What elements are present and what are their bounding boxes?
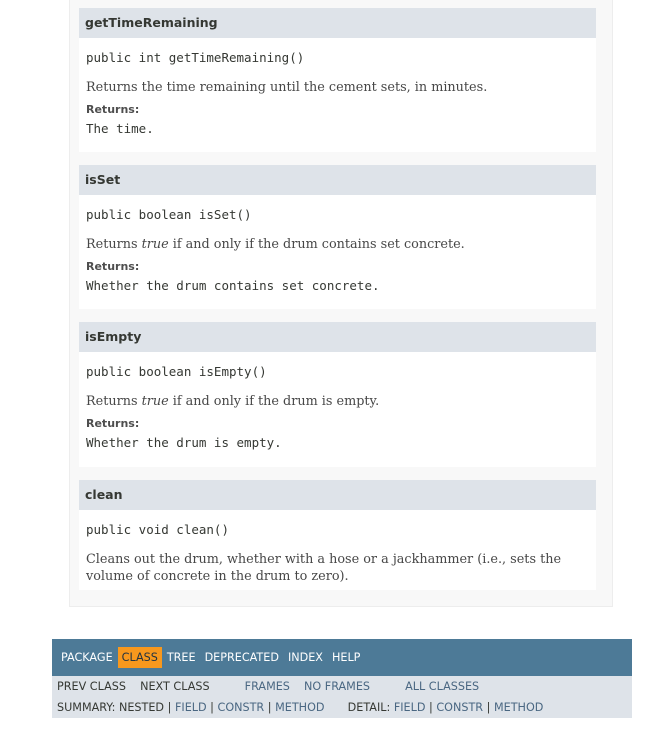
prev-class: PREV CLASS [57,680,126,693]
nav-help[interactable]: HELP [328,647,364,668]
summary-constr-link[interactable]: CONSTR [218,701,265,714]
frames-link[interactable]: FRAMES [245,680,290,693]
detail-constr-link[interactable]: CONSTR [436,701,483,714]
description-text: if and only if the drum is empty. [168,394,380,409]
returns-value: Whether the drum is empty. [86,435,282,450]
bottom-nav-bar: PACKAGE CLASS TREE DEPRECATED INDEX HELP [52,639,632,676]
separator: | [210,701,214,714]
no-frames-link[interactable]: NO FRAMES [304,680,370,693]
method-signature: public int getTimeRemaining() [86,50,305,65]
description-italic: true [141,237,169,252]
returns-label: Returns: [86,260,140,273]
sub-nav: PREV CLASS NEXT CLASS FRAMES NO FRAMES A… [52,676,632,718]
separator: | [429,701,433,714]
next-class: NEXT CLASS [140,680,210,693]
returns-value: Whether the drum contains set concrete. [86,278,380,293]
method-heading: isSet [79,165,596,195]
method-description: Returns the time remaining until the cem… [86,79,589,96]
summary-method-link[interactable]: METHOD [275,701,324,714]
method-description: Returns true if and only if the drum is … [86,393,589,410]
method-signature: public void clean() [86,522,229,537]
sub-nav-row-2: SUMMARY: NESTED | FIELD | CONSTR | METHO… [57,701,543,714]
method-block-isEmpty: isEmpty public boolean isEmpty() Returns… [79,322,596,467]
method-block-getTimeRemaining: getTimeRemaining public int getTimeRemai… [79,8,596,152]
description-text: Returns [86,237,142,252]
description-text: Cleans out the drum, whether with a hose… [86,552,562,584]
description-text: Returns the time remaining until the cem… [86,80,488,95]
method-heading: getTimeRemaining [79,8,596,38]
sub-nav-row-1: PREV CLASS NEXT CLASS FRAMES NO FRAMES A… [57,680,479,693]
nav-package[interactable]: PACKAGE [57,647,117,668]
separator: | [486,701,491,714]
method-description: Returns true if and only if the drum con… [86,236,589,253]
method-heading: clean [79,480,596,510]
separator: | [267,701,272,714]
summary-nested: NESTED [118,701,165,714]
method-signature: public boolean isSet() [86,207,252,222]
all-classes-link[interactable]: ALL CLASSES [405,680,479,693]
nav-deprecated[interactable]: DEPRECATED [201,647,283,668]
description-text: Returns [86,394,142,409]
detail-label: DETAIL: [347,701,391,714]
summary-label: SUMMARY: [57,701,116,714]
detail-field-link[interactable]: FIELD [394,701,426,714]
method-heading: isEmpty [79,322,596,352]
method-signature: public boolean isEmpty() [86,364,267,379]
separator: | [167,701,172,714]
returns-label: Returns: [86,103,140,116]
method-description: Cleans out the drum, whether with a hose… [86,551,566,585]
returns-label: Returns: [86,417,140,430]
nav-class: CLASS [117,647,162,668]
summary-field-link[interactable]: FIELD [175,701,207,714]
returns-value: The time. [86,121,154,136]
method-block-clean: clean public void clean() Cleans out the… [79,480,596,590]
nav-index[interactable]: INDEX [284,647,327,668]
description-text: if and only if the drum contains set con… [168,237,465,252]
description-italic: true [141,394,169,409]
detail-method-link[interactable]: METHOD [494,701,543,714]
nav-tree[interactable]: TREE [163,647,200,668]
method-block-isSet: isSet public boolean isSet() Returns tru… [79,165,596,309]
